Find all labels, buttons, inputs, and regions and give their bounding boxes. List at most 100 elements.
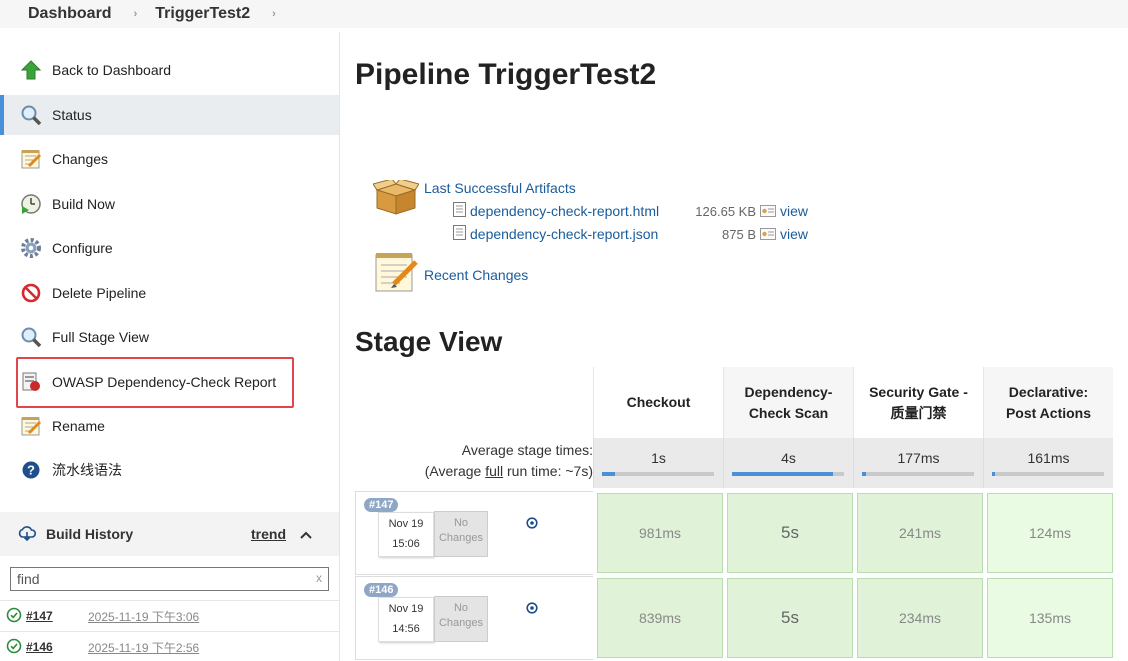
average-label-line1: Average stage times:	[461, 442, 593, 458]
average-bar	[992, 472, 1104, 476]
stage-header: Checkout	[593, 367, 723, 438]
build-badge[interactable]: #146	[364, 583, 399, 597]
breadcrumb-job[interactable]: TriggerTest2	[155, 5, 250, 23]
build-history-title: Build History	[46, 526, 134, 542]
package-box-icon	[372, 178, 420, 221]
sidebar-item-delete-pipeline[interactable]: Delete Pipeline	[0, 273, 339, 313]
build-date-link[interactable]: 2025-11-19 下午3:06	[88, 608, 199, 625]
run-status-icon[interactable]	[526, 516, 538, 534]
file-icon	[453, 202, 466, 220]
artifact-row: dependency-check-report.json 875 B view	[453, 224, 808, 244]
artifact-size: 875 B	[722, 226, 756, 242]
average-cell: 1s	[593, 438, 723, 488]
sidebar-item-label: Back to Dashboard	[52, 62, 172, 78]
run-summary[interactable]: #147 Nov 19 15:06 No Changes	[355, 491, 593, 575]
notepad-icon	[374, 250, 418, 299]
build-number-link[interactable]: #146	[26, 640, 88, 654]
average-time: 161ms	[1027, 450, 1070, 466]
sidebar-item-label: Delete Pipeline	[52, 285, 147, 301]
average-cell: 4s	[723, 438, 853, 488]
chevron-right-icon[interactable]: ›	[134, 8, 138, 20]
sidebar-item-label: Status	[52, 107, 92, 123]
run-date-day: Nov 19	[388, 518, 424, 530]
main-panel: Pipeline TriggerTest2 Last Successful Ar…	[341, 32, 1128, 661]
stage-header: Declarative: Post Actions	[983, 367, 1113, 438]
sidebar-item-build-now[interactable]: Build Now	[0, 184, 339, 224]
trend-link[interactable]: trend	[251, 526, 286, 542]
average-label-prefix: (Average	[424, 463, 486, 479]
sidebar-item-rename[interactable]: Rename	[0, 406, 339, 446]
view-label[interactable]: view	[780, 203, 808, 219]
highlight-box	[16, 357, 294, 408]
chevron-right-icon[interactable]: ›	[272, 8, 276, 20]
sidebar: Back to Dashboard Status Changes Build N…	[0, 32, 340, 661]
average-time: 177ms	[897, 450, 940, 466]
view-label[interactable]: view	[780, 226, 808, 242]
sidebar-item-label: Rename	[52, 418, 105, 434]
view-icon	[760, 205, 776, 217]
run-date-time: 14:56	[392, 623, 420, 635]
page-title: Pipeline TriggerTest2	[355, 58, 657, 91]
success-check-icon	[6, 607, 22, 626]
sidebar-item-status[interactable]: Status	[0, 95, 339, 135]
stage-cell[interactable]: 234ms	[857, 578, 983, 658]
sidebar-item-configure[interactable]: Configure	[0, 228, 339, 268]
sidebar-item-changes[interactable]: Changes	[0, 139, 339, 179]
build-history-search-input[interactable]	[10, 567, 329, 591]
artifact-file-link[interactable]: dependency-check-report.json	[470, 226, 684, 242]
file-icon	[453, 225, 466, 243]
stage-cell[interactable]: 981ms	[597, 493, 723, 573]
stage-cell[interactable]: 5s	[727, 578, 853, 658]
notepad-icon	[20, 415, 42, 437]
sidebar-item-full-stage-view[interactable]: Full Stage View	[0, 317, 339, 357]
artifact-view-link[interactable]: view	[760, 226, 808, 242]
breadcrumb-dashboard[interactable]: Dashboard	[28, 5, 112, 23]
stage-cell[interactable]: 241ms	[857, 493, 983, 573]
average-time: 4s	[781, 450, 796, 466]
stage-cell[interactable]: 135ms	[987, 578, 1113, 658]
sidebar-item-label: Build Now	[52, 196, 116, 212]
notepad-icon	[20, 148, 42, 170]
average-full-link[interactable]: full	[485, 463, 503, 479]
no-changes-badge: No Changes	[434, 511, 488, 557]
average-label-line2: (Average full run time: ~7s)	[355, 461, 593, 482]
average-time: 1s	[651, 450, 666, 466]
cloud-icon	[18, 525, 37, 544]
last-successful-artifacts-link[interactable]: Last Successful Artifacts	[424, 180, 576, 196]
svg-text:?: ?	[27, 463, 35, 478]
up-arrow-icon	[20, 59, 42, 81]
average-cell: 161ms	[983, 438, 1113, 488]
gear-icon	[20, 237, 42, 259]
sidebar-item-label: 流水线语法	[52, 462, 122, 478]
chevron-up-icon[interactable]	[299, 527, 313, 543]
artifact-size: 126.65 KB	[695, 203, 756, 219]
clear-search-icon[interactable]: x	[316, 571, 322, 585]
stage-cell[interactable]: 5s	[727, 493, 853, 573]
build-badge[interactable]: #147	[364, 498, 399, 512]
recent-changes-link[interactable]: Recent Changes	[424, 267, 528, 283]
build-number-link[interactable]: #147	[26, 609, 88, 623]
artifact-file-link[interactable]: dependency-check-report.html	[470, 203, 684, 219]
artifact-view-link[interactable]: view	[760, 203, 808, 219]
run-status-icon[interactable]	[526, 601, 538, 619]
average-cell: 177ms	[853, 438, 983, 488]
average-bar	[732, 472, 844, 476]
view-icon	[760, 228, 776, 240]
build-history-header: Build History trend	[0, 512, 339, 556]
stage-cell[interactable]: 839ms	[597, 578, 723, 658]
sidebar-item-pipeline-syntax[interactable]: ? 流水线语法	[0, 450, 339, 490]
run-summary[interactable]: #146 Nov 19 14:56 No Changes	[355, 576, 593, 660]
stage-view-title: Stage View	[355, 326, 503, 357]
build-history-row[interactable]: #146 2025-11-19 下午2:56	[0, 631, 339, 661]
build-history-row[interactable]: #147 2025-11-19 下午3:06	[0, 600, 339, 631]
build-date-link[interactable]: 2025-11-19 下午2:56	[88, 639, 199, 656]
stage-cell[interactable]: 124ms	[987, 493, 1113, 573]
sidebar-item-back-to-dashboard[interactable]: Back to Dashboard	[0, 50, 339, 90]
magnifier-icon	[20, 326, 42, 348]
average-bar-fill	[732, 472, 833, 476]
no-entry-icon	[20, 282, 42, 304]
success-check-icon	[6, 638, 22, 657]
clock-play-icon	[20, 193, 42, 215]
magnifier-icon	[20, 104, 42, 126]
average-bar-fill	[602, 472, 616, 476]
